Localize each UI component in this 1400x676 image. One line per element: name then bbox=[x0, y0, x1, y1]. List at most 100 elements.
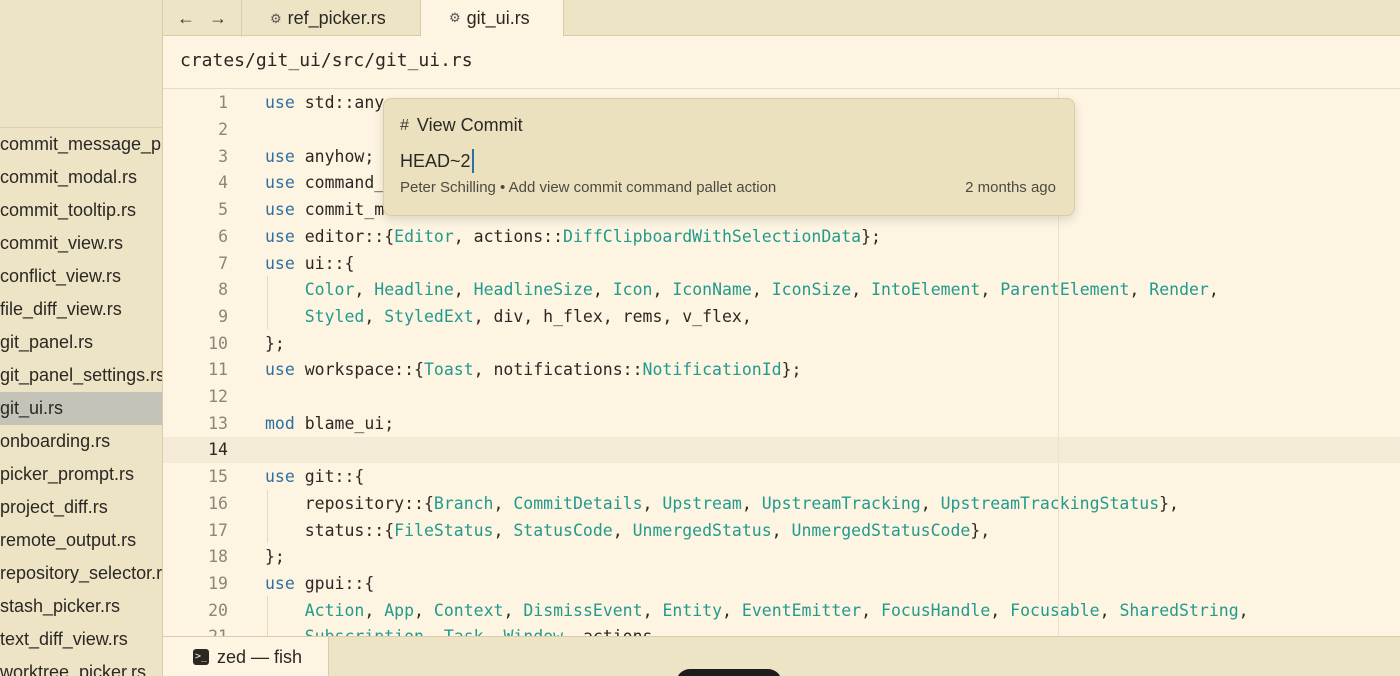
line-number: 20 bbox=[208, 600, 228, 620]
file-item[interactable]: project_diff.rs bbox=[0, 491, 162, 524]
plain-token: , bbox=[741, 493, 762, 513]
code-text: }; bbox=[265, 547, 285, 566]
plain-token: , div, h_flex, rems, v_flex, bbox=[473, 306, 752, 326]
code-line[interactable]: 9 Styled, StyledExt, div, h_flex, rems, … bbox=[163, 303, 1400, 330]
breadcrumb[interactable]: crates/git_ui/src/git_ui.rs bbox=[180, 50, 473, 71]
hash-icon: # bbox=[400, 116, 409, 134]
back-arrow-icon[interactable]: ← bbox=[169, 0, 203, 36]
type-token: Context bbox=[433, 600, 504, 620]
plain-token: , bbox=[771, 520, 792, 540]
code-line[interactable]: 7 use ui::{ bbox=[163, 250, 1400, 277]
line-number: 3 bbox=[218, 146, 228, 166]
file-item[interactable]: onboarding.rs bbox=[0, 425, 162, 458]
plain-token: , bbox=[424, 627, 444, 636]
type-token: StyledExt bbox=[384, 306, 474, 326]
code-line[interactable]: 11 use workspace::{Toast, notifications::… bbox=[163, 357, 1400, 384]
code-line[interactable]: 10}; bbox=[163, 330, 1400, 357]
type-token: UpstreamTracking bbox=[761, 493, 921, 513]
file-item[interactable]: remote_output.rs bbox=[0, 524, 162, 557]
code-text: use command_ bbox=[265, 173, 384, 192]
commit-age: 2 months ago bbox=[965, 179, 1056, 196]
code-line[interactable]: 17 status::{FileStatus, StatusCode, Unme… bbox=[163, 517, 1400, 544]
line-number: 1 bbox=[218, 93, 228, 113]
keyword-token: use bbox=[265, 573, 295, 593]
file-item[interactable]: commit_view.rs bbox=[0, 227, 162, 260]
text-caret bbox=[471, 149, 474, 173]
line-number: 10 bbox=[208, 333, 228, 353]
code-text: use commit_m bbox=[265, 200, 384, 219]
line-number: 19 bbox=[208, 573, 228, 593]
code-line[interactable]: 19 use gpui::{ bbox=[163, 570, 1400, 597]
file-item[interactable]: commit_modal.rs bbox=[0, 161, 162, 194]
tab-git-ui[interactable]: ⚙ git_ui.rs bbox=[420, 0, 564, 37]
code-line[interactable]: 6 use editor::{Editor, actions::DiffClipb… bbox=[163, 223, 1400, 250]
line-number: 12 bbox=[208, 387, 228, 407]
plain-token: workspace::{ bbox=[294, 360, 424, 380]
tab-ref-picker[interactable]: ⚙ ref_picker.rs bbox=[241, 0, 421, 37]
code-text: }; bbox=[265, 334, 285, 353]
commit-ref-input[interactable]: HEAD~2 bbox=[400, 149, 474, 173]
code-line[interactable]: 21 Subscription, Task, Window, actions, bbox=[163, 624, 1400, 636]
file-item[interactable]: commit_message_prompt.txt bbox=[0, 128, 162, 161]
code-line[interactable]: 12 bbox=[163, 383, 1400, 410]
line-number: 9 bbox=[218, 306, 228, 326]
plain-token: , bbox=[990, 600, 1011, 620]
type-token: IntoElement bbox=[871, 280, 981, 300]
code-line[interactable]: 13 mod blame_ui; bbox=[163, 410, 1400, 437]
code-text: Action, App, Context, DismissEvent, Enti… bbox=[265, 601, 1249, 620]
code-line[interactable]: 8 Color, Headline, HeadlineSize, Icon, I… bbox=[163, 276, 1400, 303]
line-number: 16 bbox=[208, 493, 228, 513]
type-token: Render bbox=[1149, 280, 1209, 300]
code-line[interactable]: 18}; bbox=[163, 543, 1400, 570]
type-token: DismissEvent bbox=[523, 600, 643, 620]
file-item[interactable]: text_diff_view.rs bbox=[0, 623, 162, 656]
file-item[interactable]: git_panel.rs bbox=[0, 326, 162, 359]
keyword-token: use bbox=[265, 253, 295, 273]
file-item[interactable]: conflict_view.rs bbox=[0, 260, 162, 293]
plain-token: , bbox=[1129, 280, 1150, 300]
plain-token: editor::{ bbox=[294, 226, 395, 246]
plain-token: , bbox=[642, 600, 663, 620]
plain-token: , bbox=[851, 280, 872, 300]
code-text: repository::{Branch, CommitDetails, Upst… bbox=[265, 494, 1179, 513]
forward-arrow-icon[interactable]: → bbox=[201, 0, 235, 36]
code-text: use git::{ bbox=[265, 467, 364, 486]
type-token: Styled bbox=[304, 306, 365, 326]
plain-token: , actions, bbox=[563, 627, 662, 636]
file-item[interactable]: commit_tooltip.rs bbox=[0, 194, 162, 227]
file-item[interactable]: worktree_picker.rs bbox=[0, 656, 162, 676]
line-number: 15 bbox=[208, 467, 228, 487]
code-line[interactable]: 20 Action, App, Context, DismissEvent, E… bbox=[163, 597, 1400, 624]
plain-token: , bbox=[493, 520, 514, 540]
file-item[interactable]: file_diff_view.rs bbox=[0, 293, 162, 326]
file-item[interactable]: stash_picker.rs bbox=[0, 590, 162, 623]
keyword-token: use bbox=[265, 226, 295, 246]
plain-token: , bbox=[364, 600, 385, 620]
code-line[interactable]: 16 repository::{Branch, CommitDetails, U… bbox=[163, 490, 1400, 517]
plain-token: }; bbox=[265, 547, 285, 567]
plain-token: }; bbox=[265, 333, 285, 353]
code-line[interactable]: 14 bbox=[163, 436, 1400, 464]
plain-token: , bbox=[861, 600, 882, 620]
file-item[interactable]: git_ui.rs bbox=[0, 392, 162, 425]
plain-token: , bbox=[354, 280, 375, 300]
code-text: use ui::{ bbox=[265, 254, 354, 273]
code-line[interactable]: 15 use git::{ bbox=[163, 463, 1400, 490]
type-token: Headline bbox=[374, 280, 454, 300]
type-token: FocusHandle bbox=[881, 600, 991, 620]
file-item[interactable]: git_panel_settings.rs bbox=[0, 359, 162, 392]
keyword-token: use bbox=[265, 93, 295, 113]
plain-token: , bbox=[612, 520, 633, 540]
line-number: 17 bbox=[208, 520, 228, 540]
file-item[interactable]: picker_prompt.rs bbox=[0, 458, 162, 491]
file-item[interactable]: repository_selector.rs bbox=[0, 557, 162, 590]
commit-summary[interactable]: Peter Schilling • Add view commit comman… bbox=[400, 179, 776, 196]
plain-token: , notifications:: bbox=[473, 360, 643, 380]
plain-token: , actions:: bbox=[453, 226, 564, 246]
code-text: Styled, StyledExt, div, h_flex, rems, v_… bbox=[265, 307, 752, 326]
terminal-tab[interactable]: >_ zed — fish bbox=[163, 637, 329, 676]
code-text: use std::any bbox=[265, 93, 384, 112]
type-token: StatusCode bbox=[513, 520, 613, 540]
